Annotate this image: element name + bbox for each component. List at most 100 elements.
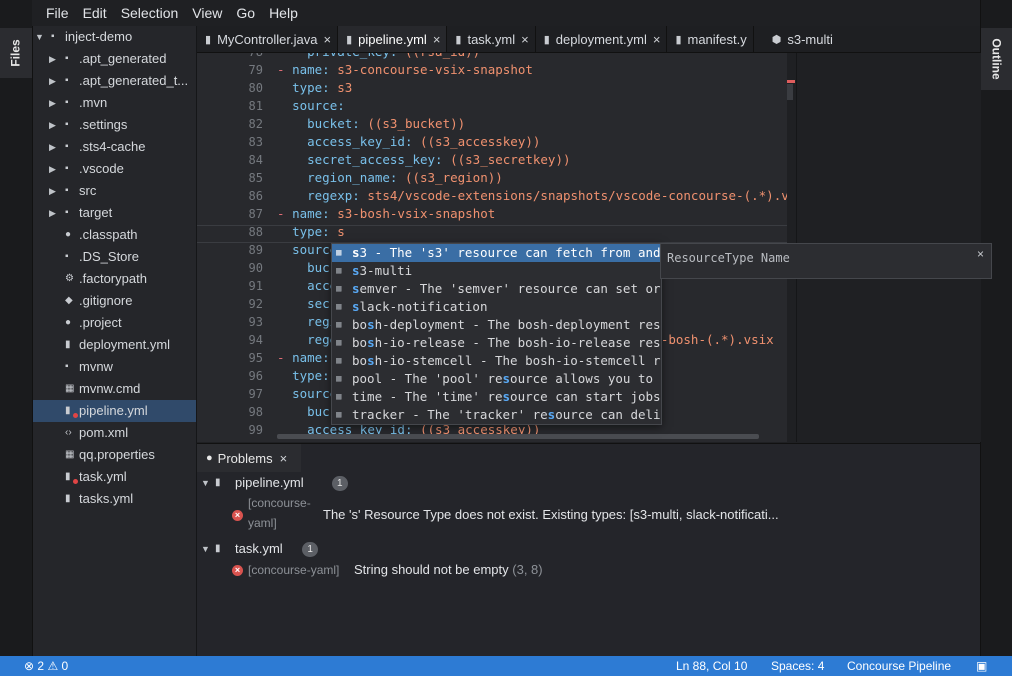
close-tab-icon[interactable]: × (433, 32, 441, 47)
autocomplete-item-text: ource can start jobs (510, 389, 661, 404)
tree-item[interactable]: ▪ .DS_Store (33, 246, 196, 268)
autocomplete-item[interactable]: ▦ tracker - The 'tracker' resource can de… (332, 406, 661, 424)
close-tab-icon[interactable]: × (653, 32, 661, 47)
tree-item[interactable]: ▶ ▪ .mvn (33, 92, 196, 114)
problem-file-row[interactable]: ▼ ▮ pipeline.yml 1 (197, 472, 497, 494)
tree-item[interactable]: ▦ qq.properties (33, 444, 196, 466)
tree-item[interactable]: ▶ ▪ .vscode (33, 158, 196, 180)
cursor-position[interactable]: Ln 88, Col 10 (676, 659, 747, 673)
chevron-right-icon[interactable]: ▶ (49, 114, 56, 136)
autocomplete-item[interactable]: ▦ bosh-io-release - The bosh-io-release r… (332, 334, 661, 352)
chevron-down-icon[interactable]: ▼ (201, 538, 210, 560)
menu-item-help[interactable]: Help (269, 5, 298, 21)
line-number: 95 (248, 351, 263, 365)
menu-item-view[interactable]: View (192, 5, 222, 21)
tree-item[interactable]: ◆ .gitignore (33, 290, 196, 312)
code-token: s (329, 224, 345, 239)
chevron-right-icon[interactable]: ▶ (49, 92, 56, 114)
problems-tab[interactable]: ● Problems × (197, 444, 301, 472)
menu-item-file[interactable]: File (46, 5, 69, 21)
tree-item[interactable]: ▶ ▪ .apt_generated (33, 48, 196, 70)
chevron-right-icon[interactable]: ▶ (49, 136, 56, 158)
problem-message[interactable]: String should not be empty (3, 8) (354, 562, 543, 577)
error-overview-mark (787, 80, 795, 83)
autocomplete-item[interactable]: ▦ semver - The 'semver' resource can set … (332, 280, 661, 298)
tree-item[interactable]: ▮ tasks.yml (33, 488, 196, 510)
horizontal-scrollbar[interactable] (277, 434, 759, 439)
tree-item[interactable]: ▶ ▪ .sts4-cache (33, 136, 196, 158)
chevron-right-icon[interactable]: ▶ (49, 202, 56, 224)
line-number-gutter: 78 79 80 81 82 83 84 85 86 87 88 89 90 91 92 93 94 95 96 97… (197, 53, 263, 442)
chevron-right-icon[interactable]: ▶ (49, 180, 56, 202)
close-tab-icon[interactable]: × (521, 32, 529, 47)
editor-tab[interactable]: ▮ manifest.y (667, 26, 754, 52)
feedback-icon[interactable]: ▣ (976, 659, 987, 673)
menu-item-go[interactable]: Go (236, 5, 255, 21)
close-detail-icon[interactable]: × (977, 247, 984, 261)
autocomplete-item[interactable]: ▦ bosh-deployment - The bosh-deployment r… (332, 316, 661, 334)
autocomplete-item-text: tracker - The 'tracker' re (352, 407, 548, 422)
language-mode[interactable]: Concourse Pipeline (847, 659, 951, 673)
tree-item-label: .settings (79, 117, 128, 132)
chevron-right-icon[interactable]: ▶ (49, 48, 56, 70)
tree-item[interactable]: ● .project (33, 312, 196, 334)
tree-item[interactable]: ▮ pipeline.yml (33, 400, 196, 422)
menu-item-edit[interactable]: Edit (83, 5, 107, 21)
editor-tab[interactable]: ▮ task.yml × (447, 26, 536, 52)
vertical-scrollbar[interactable] (787, 84, 793, 100)
outline-panel-tab[interactable]: Outline (981, 28, 1012, 90)
menu-item-selection[interactable]: Selection (121, 5, 179, 21)
indentation-setting[interactable]: Spaces: 4 (771, 659, 824, 673)
autocomplete-item[interactable]: ▦ slack-notification (332, 298, 661, 316)
editor-tab[interactable]: ▮ deployment.yml × (536, 26, 668, 52)
close-tab-icon[interactable]: × (324, 32, 332, 47)
tree-item[interactable]: ▶ ▪ .apt_generated_t... (33, 70, 196, 92)
problem-source: [concourse-yaml] (248, 496, 311, 530)
tree-item[interactable]: ‹› pom.xml (33, 422, 196, 444)
chevron-down-icon[interactable]: ▼ (201, 472, 210, 494)
code-token: name: (292, 350, 330, 365)
editor-tab[interactable]: ▮ pipeline.yml × (338, 26, 448, 52)
tree-item[interactable]: ▶ ▪ .settings (33, 114, 196, 136)
autocomplete-match: s (367, 353, 375, 368)
files-panel-tab[interactable]: Files (0, 28, 32, 78)
problems-panel: ● Problems × ▼ ▮ pipeline.yml 1 × [concourse-… (197, 443, 980, 657)
tree-item[interactable]: ▮ deployment.yml (33, 334, 196, 356)
value-icon: ▦ (336, 284, 342, 294)
tree-item-label: .gitignore (79, 293, 133, 308)
tree-item-label: .factorypath (79, 271, 147, 286)
warning-triangle-icon: ⚠ (47, 659, 59, 673)
tree-item[interactable]: ▮ task.yml (33, 466, 196, 488)
tree-item[interactable]: ⚙ .factorypath (33, 268, 196, 290)
tree-item[interactable]: ▼ ▪ inject-demo (33, 26, 196, 48)
file-icon: ▪ (65, 251, 69, 262)
tree-item[interactable]: ▪ mvnw (33, 356, 196, 378)
chevron-right-icon[interactable]: ▶ (49, 70, 56, 92)
autocomplete-item[interactable]: ▦ s3-multi (332, 262, 661, 280)
tree-item[interactable]: ▶ ▪ target (33, 202, 196, 224)
tree-item[interactable]: ● .classpath (33, 224, 196, 246)
autocomplete-item[interactable]: ▦ time - The 'time' resource can start jo… (332, 388, 661, 406)
code-line: regexp: sts4/vscode-extensions/snapshots… (277, 187, 787, 205)
autocomplete-item[interactable]: ▦ bosh-io-stemcell - The bosh-io-stemcell… (332, 352, 661, 370)
editor-tab[interactable]: ⬢ s3-multi (764, 26, 839, 52)
autocomplete-item[interactable]: ▦ pool - The 'pool' resource allows you t… (332, 370, 661, 388)
autocomplete-item-text: h-io-stemcell - The bosh-io-stemcell re (374, 353, 661, 368)
tree-item[interactable]: ▦ mvnw.cmd (33, 378, 196, 400)
yaml-file-icon: ▮ (65, 493, 71, 504)
yaml-file-icon: ▮ (543, 33, 550, 46)
chevron-right-icon[interactable]: ▶ (49, 158, 56, 180)
editor-tab[interactable]: ▮ MyController.java × (197, 26, 339, 52)
problem-file-row[interactable]: ▼ ▮ task.yml 1 (197, 538, 497, 560)
chevron-down-icon[interactable]: ▼ (35, 26, 44, 48)
close-problems-icon[interactable]: × (280, 451, 288, 466)
autocomplete-item-text: 3 - The 's3' resource can fetch from and (359, 245, 661, 260)
error-icon: × (232, 565, 243, 576)
problem-message[interactable]: The 's' Resource Type does not exist. Ex… (323, 507, 779, 522)
problems-summary[interactable]: ⊗ 2 ⚠ 0 (24, 659, 68, 673)
line-number: 89 (248, 243, 263, 257)
tree-item[interactable]: ▶ ▪ src (33, 180, 196, 202)
autocomplete-item[interactable]: ▦ s3 - The 's3' resource can fetch from a… (332, 244, 661, 262)
